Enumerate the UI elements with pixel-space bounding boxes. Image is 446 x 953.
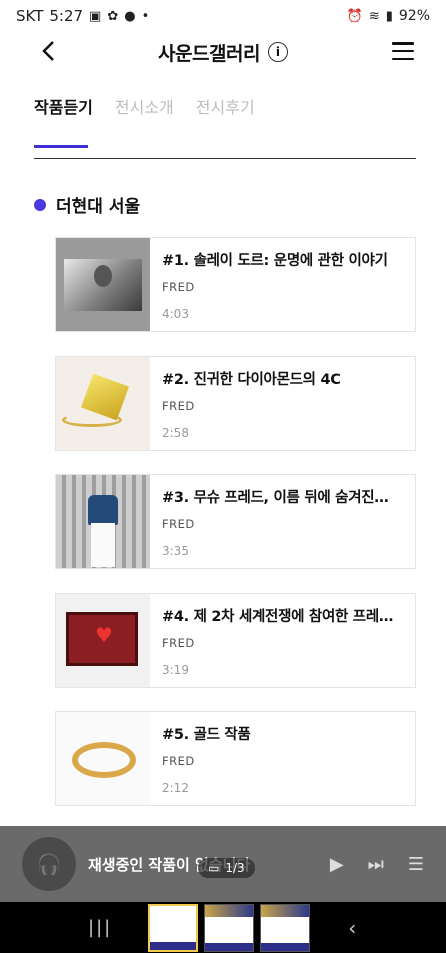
page-title: 사운드갤러리 xyxy=(158,42,260,65)
wifi-icon: ≋ xyxy=(368,8,380,24)
track-artist: FRED xyxy=(162,280,195,294)
track-thumbnail xyxy=(56,238,150,331)
track-thumbnail xyxy=(56,594,150,687)
divider xyxy=(34,158,416,159)
track-card[interactable]: #1. 솔레이 도르: 운명에 관한 이야기 FRED 4:03 xyxy=(55,237,416,332)
battery-level: 92% xyxy=(398,8,430,24)
tab-listen[interactable]: 작품듣기 xyxy=(34,94,93,148)
track-duration: 3:19 xyxy=(162,663,189,677)
track-artist: FRED xyxy=(162,636,195,650)
back-icon xyxy=(42,41,54,61)
track-artist: FRED xyxy=(162,754,195,768)
track-title: #2. 진귀한 다이아몬드의 4C xyxy=(162,372,341,388)
track-artist: FRED xyxy=(162,399,195,413)
track-duration: 3:35 xyxy=(162,544,189,558)
gallery-icon: ▣ xyxy=(89,8,102,24)
tab-bar: 작품듣기 전시소개 전시후기 xyxy=(34,94,255,148)
section-dot-icon xyxy=(34,198,46,211)
track-thumbnail xyxy=(56,357,150,450)
track-duration: 2:12 xyxy=(162,781,189,795)
tab-review[interactable]: 전시후기 xyxy=(196,94,255,148)
track-card[interactable]: #3. 무슈 프레드, 이름 뒤에 숨겨진… FRED 3:35 xyxy=(55,474,416,569)
recent-apps-icon[interactable]: ||| xyxy=(88,917,112,938)
track-card[interactable]: #2. 진귀한 다이아몬드의 4C FRED 2:58 xyxy=(55,356,416,451)
dot-icon: • xyxy=(141,8,150,24)
hamburger-menu-icon[interactable] xyxy=(392,42,414,60)
section-header: 더현대 서울 xyxy=(34,192,140,217)
track-title: #1. 솔레이 도르: 운명에 관한 이야기 xyxy=(162,253,388,269)
track-card[interactable]: #5. 골드 작품 FRED 2:12 xyxy=(55,711,416,806)
back-button[interactable] xyxy=(36,36,60,66)
thumbnail-strip xyxy=(148,903,311,952)
track-thumbnail xyxy=(56,475,150,568)
track-title: #3. 무슈 프레드, 이름 뒤에 숨겨진… xyxy=(162,490,389,506)
section-title: 더현대 서울 xyxy=(56,197,141,217)
status-bar: SKT 5:27 ▣ ✿ ● • ⏰ ≋ ▮ 92% xyxy=(0,0,446,32)
clock: 5:27 xyxy=(49,7,84,25)
image-icon: ▭ xyxy=(208,861,220,875)
tab-intro[interactable]: 전시소개 xyxy=(115,94,174,148)
track-duration: 2:58 xyxy=(162,426,189,440)
signal-icon: ▮ xyxy=(385,8,393,24)
system-nav-bar: ||| ‹ xyxy=(0,902,446,953)
chat-icon: ● xyxy=(124,8,136,24)
screenshot-thumbnail[interactable] xyxy=(260,903,311,952)
track-thumbnail xyxy=(56,712,150,805)
play-icon[interactable]: ▶ xyxy=(330,854,344,875)
wind-icon: ✿ xyxy=(107,8,119,24)
carrier-label: SKT xyxy=(16,7,44,25)
headphones-icon: 🎧 xyxy=(22,837,76,891)
playlist-icon[interactable]: ☰ xyxy=(408,854,424,875)
nav-back-icon[interactable]: ‹ xyxy=(348,916,356,940)
page-indicator: ▭ 1/3 xyxy=(198,858,255,878)
track-title: #5. 골드 작품 xyxy=(162,727,251,743)
app-header: 사운드갤러리 i xyxy=(0,32,446,72)
page-indicator-text: 1/3 xyxy=(225,861,245,875)
screenshot-thumbnail[interactable] xyxy=(204,903,255,952)
alarm-icon: ⏰ xyxy=(346,8,363,24)
info-icon[interactable]: i xyxy=(267,42,288,62)
track-card[interactable]: #4. 제 2차 세계전쟁에 참여한 프레… FRED 3:19 xyxy=(55,593,416,688)
screenshot-thumbnail[interactable] xyxy=(148,903,199,952)
track-duration: 4:03 xyxy=(162,307,189,321)
track-artist: FRED xyxy=(162,517,195,531)
track-title: #4. 제 2차 세계전쟁에 참여한 프레… xyxy=(162,609,394,625)
next-icon[interactable]: ⏭ xyxy=(368,854,384,875)
